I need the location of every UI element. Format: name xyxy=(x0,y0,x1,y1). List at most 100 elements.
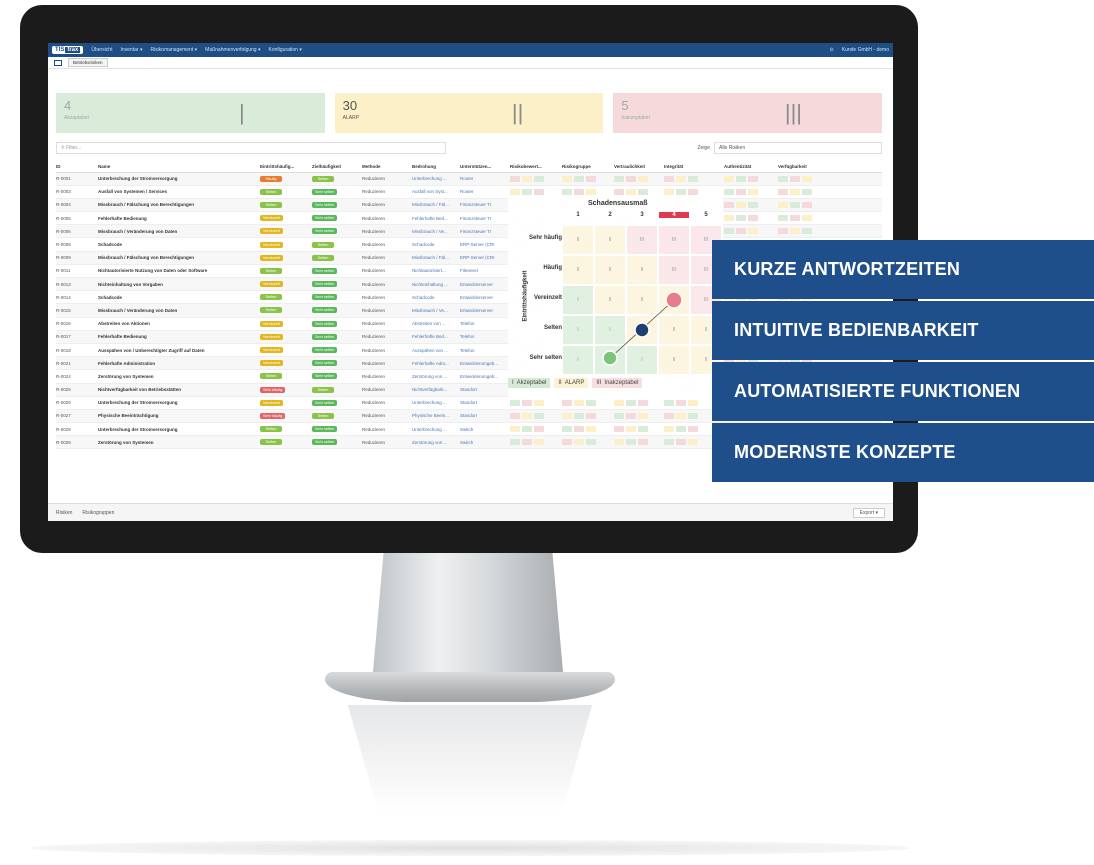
column-header[interactable]: Verfügbarkeit xyxy=(778,161,882,173)
monitor-icon[interactable] xyxy=(54,59,62,66)
column-header[interactable]: Bedrohung xyxy=(412,161,460,173)
rating-chip xyxy=(522,188,532,195)
column-header[interactable]: Authentizität xyxy=(724,161,778,173)
card-unacceptable[interactable]: 5 Inakzeptabel ||| xyxy=(613,93,883,133)
row-threat: Missbrauch / Ve... xyxy=(412,303,460,318)
app-logo[interactable]: TIS trax xyxy=(52,46,84,54)
rating-chip xyxy=(534,439,544,446)
rating-chip xyxy=(510,399,520,406)
rating-chip xyxy=(626,175,636,182)
row-rating-cell xyxy=(778,185,882,199)
row-name: Schadcode xyxy=(98,237,260,252)
rating-chip xyxy=(626,426,636,433)
nav-risk-management[interactable]: Risikomanagement ▾ xyxy=(150,47,197,53)
intermediate-risk-marker[interactable] xyxy=(634,322,650,338)
row-name: Zerstörung von Systemen xyxy=(98,369,260,384)
column-header[interactable]: Risikogruppe xyxy=(562,161,614,173)
row-name: Ausspähen von / Unberechtigter Zugriff a… xyxy=(98,343,260,358)
rating-chip xyxy=(586,412,596,419)
row-target-frequency-badge: Sehr selten xyxy=(312,228,338,235)
row-method: Reduzieren xyxy=(362,198,412,213)
card-acceptable-symbol: | xyxy=(238,100,245,125)
rating-chip xyxy=(676,175,686,182)
risk-matrix: Schadensausmaß Eintrittshäufigkeit 12345… xyxy=(508,198,723,398)
card-acceptable[interactable]: 4 Akzeptabel | xyxy=(56,93,325,133)
column-header[interactable]: ID xyxy=(56,161,98,173)
rating-chip xyxy=(724,215,734,222)
column-header[interactable]: Integrität xyxy=(664,161,724,173)
rating-chip xyxy=(614,439,624,446)
column-header[interactable]: Unterstützen... xyxy=(460,161,510,173)
nav-inventory[interactable]: Inventar ▾ xyxy=(120,47,142,53)
rating-chip xyxy=(638,412,648,419)
current-risk-marker[interactable] xyxy=(665,291,683,309)
row-name: Physische Beeinträchtigung xyxy=(98,409,260,424)
row-frequency-badge: Vereinzelt xyxy=(260,320,283,327)
row-rating-cell xyxy=(614,435,664,450)
top-navbar: TIS trax Übersicht Inventar ▾ Risikomanag… xyxy=(48,43,893,57)
row-id: R-0027 xyxy=(56,409,98,424)
nav-configuration[interactable]: Konfiguration ▾ xyxy=(268,47,301,53)
row-threat: Unterbrechung ... xyxy=(412,422,460,437)
rating-chip xyxy=(778,215,788,222)
row-rating-cell xyxy=(614,409,664,424)
row-target-frequency-badge: Sehr selten xyxy=(312,360,338,367)
help-icon[interactable]: ⊙ xyxy=(830,47,834,53)
row-threat: Nichtverfügbark... xyxy=(412,383,460,397)
tab-risks[interactable]: Risiken xyxy=(56,510,72,516)
rating-chip xyxy=(736,188,746,195)
row-rating-cell xyxy=(724,224,778,239)
table-row[interactable]: R-0004 Missbrauch / Fälschung von Berecht… xyxy=(56,198,882,213)
legend-unacceptable: III Inakzeptabel xyxy=(592,378,643,388)
export-button[interactable]: Export ▾ xyxy=(852,507,885,518)
table-row[interactable]: R-0005 Fehlerhafte Bedienung Vereinzelt Seh… xyxy=(56,211,882,226)
row-support: Finanzsteuer Tr xyxy=(460,198,510,213)
rating-chip xyxy=(676,399,686,406)
row-frequency-badge: Vereinzelt xyxy=(260,360,283,367)
row-rating-cell xyxy=(510,172,562,186)
row-name: Missbrauch / Fälschung von Berechtigunge… xyxy=(98,198,260,213)
row-frequency-badge: Selten xyxy=(260,307,282,314)
table-row[interactable]: R-0006 Missbrauch / Veränderung von Daten… xyxy=(56,224,882,239)
row-threat: Abstreiten von ... xyxy=(412,317,460,331)
column-header[interactable]: Zielhäufigkeit xyxy=(312,161,362,173)
column-header[interactable]: Methode xyxy=(362,161,412,173)
nav-overview[interactable]: Übersicht xyxy=(91,47,112,53)
rating-chip xyxy=(586,188,596,195)
show-select[interactable]: Alle Risiken xyxy=(714,142,882,154)
matrix-markers xyxy=(602,291,683,366)
card-alarp[interactable]: 30 ALARP || xyxy=(334,93,604,133)
row-id: R-0005 xyxy=(56,211,98,226)
row-rating-cell xyxy=(510,396,562,410)
row-support: Standort xyxy=(460,383,510,397)
tab-risk-groups[interactable]: Risikogruppen xyxy=(82,510,114,516)
target-risk-marker[interactable] xyxy=(602,350,618,366)
filter-input[interactable]: ⚲ Filter... xyxy=(56,142,446,154)
row-id: R-0021 xyxy=(56,356,98,371)
table-row[interactable]: R-0001 Unterbrechung der Stromversorgung H… xyxy=(56,172,882,186)
column-header[interactable]: Name xyxy=(98,161,260,173)
nav-measures[interactable]: Maßnahmenverfolgung ▾ xyxy=(205,47,260,53)
column-header[interactable]: Vertraulichkeit xyxy=(614,161,664,173)
column-header[interactable]: Eintrittshäufig... xyxy=(260,161,312,173)
row-target-frequency-badge: Sehr selten xyxy=(312,201,338,208)
row-id: R-0028 xyxy=(56,422,98,437)
rating-chip xyxy=(664,412,674,419)
rating-chip xyxy=(778,201,788,208)
column-header[interactable]: Risikobewert... xyxy=(510,161,562,173)
rating-chip xyxy=(562,188,572,195)
table-row[interactable]: R-0003 Ausfall von Systemen / Services Sel… xyxy=(56,185,882,199)
user-menu[interactable]: Kunde GmbH - demo xyxy=(842,47,889,53)
row-rating-cell xyxy=(562,409,614,424)
row-id: R-0026 xyxy=(56,396,98,410)
row-method: Reduzieren xyxy=(362,185,412,199)
rating-chip xyxy=(688,439,698,446)
tab-operational-risks[interactable]: Betriebsrisiken xyxy=(68,58,108,67)
rating-chip xyxy=(638,439,648,446)
rating-chip xyxy=(614,399,624,406)
rating-chip xyxy=(748,188,758,195)
row-method: Reduzieren xyxy=(362,277,412,292)
rating-chip xyxy=(562,439,572,446)
rating-chip xyxy=(802,201,812,208)
rating-chip xyxy=(586,439,596,446)
